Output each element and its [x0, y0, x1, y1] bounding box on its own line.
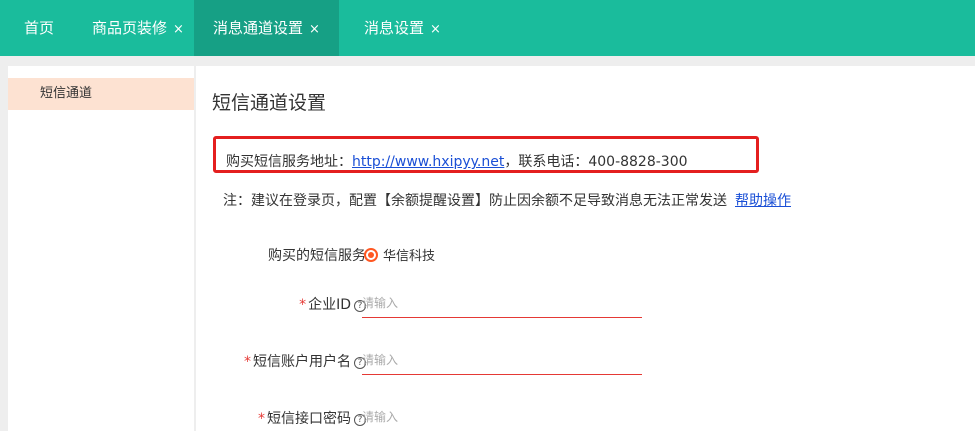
- sms-username-input[interactable]: [362, 345, 642, 375]
- required-mark: *: [244, 354, 251, 370]
- purchase-link[interactable]: http://www.hxipyy.net: [352, 154, 504, 170]
- service-label: 购买的短信服务: [268, 248, 366, 264]
- sms-password-input[interactable]: [362, 402, 642, 431]
- sidebar-item-sms-channel[interactable]: 短信通道: [8, 78, 194, 110]
- purchase-info: 购买短信服务地址：http://www.hxipyy.net，联系电话：400-…: [226, 151, 688, 171]
- close-icon[interactable]: ×: [309, 22, 320, 37]
- tab-product-decoration[interactable]: 商品页装修 ×: [92, 0, 184, 56]
- enterprise-id-label: * 企业ID?: [299, 294, 366, 314]
- sms-username-row: * 短信账户用户名?: [196, 343, 975, 383]
- required-mark: *: [299, 297, 307, 313]
- purchase-label: 购买短信服务地址：: [226, 154, 352, 170]
- tab-bar: 首页 商品页装修 × 消息通道设置 × 消息设置 ×: [0, 0, 975, 56]
- sidebar: 短信通道: [8, 66, 194, 431]
- enterprise-id-input[interactable]: [362, 288, 642, 318]
- sms-username-label: * 短信账户用户名?: [244, 351, 366, 371]
- tab-message-channel-settings[interactable]: 消息通道设置 ×: [194, 0, 339, 56]
- help-link[interactable]: 帮助操作: [735, 193, 791, 209]
- service-radio-option[interactable]: 华信科技: [364, 245, 435, 264]
- tab-message-settings[interactable]: 消息设置 ×: [364, 0, 441, 56]
- tab-message-settings-label: 消息设置: [364, 19, 425, 37]
- balance-note: 注：建议在登录页，配置【余额提醒设置】防止因余额不足导致消息无法正常发送 帮助操作: [223, 190, 791, 210]
- page-title: 短信通道设置: [212, 92, 327, 114]
- main-panel: 短信通道设置 购买短信服务地址：http://www.hxipyy.net，联系…: [196, 66, 975, 431]
- close-icon[interactable]: ×: [430, 22, 441, 37]
- service-option-label: 华信科技: [383, 249, 436, 264]
- sms-username-text: 短信账户用户名: [253, 354, 351, 370]
- radio-selected-icon[interactable]: [364, 248, 378, 262]
- enterprise-id-row: * 企业ID?: [196, 286, 975, 326]
- tab-message-channel-settings-label: 消息通道设置: [213, 19, 304, 37]
- tab-home[interactable]: 首页: [0, 0, 78, 56]
- sms-password-label: * 短信接口密码?: [258, 408, 366, 428]
- service-row: 购买的短信服务 华信科技: [196, 237, 975, 277]
- tab-product-decoration-label: 商品页装修: [92, 19, 168, 37]
- sms-password-text: 短信接口密码: [267, 411, 351, 427]
- phone-text: ，联系电话：400-8828-300: [504, 154, 688, 170]
- close-icon[interactable]: ×: [173, 22, 184, 37]
- tab-home-label: 首页: [23, 19, 54, 37]
- sms-password-row: * 短信接口密码?: [196, 400, 975, 431]
- required-mark: *: [258, 411, 265, 427]
- note-text: 注：建议在登录页，配置【余额提醒设置】防止因余额不足导致消息无法正常发送: [223, 193, 727, 209]
- enterprise-id-text: 企业ID: [308, 297, 351, 313]
